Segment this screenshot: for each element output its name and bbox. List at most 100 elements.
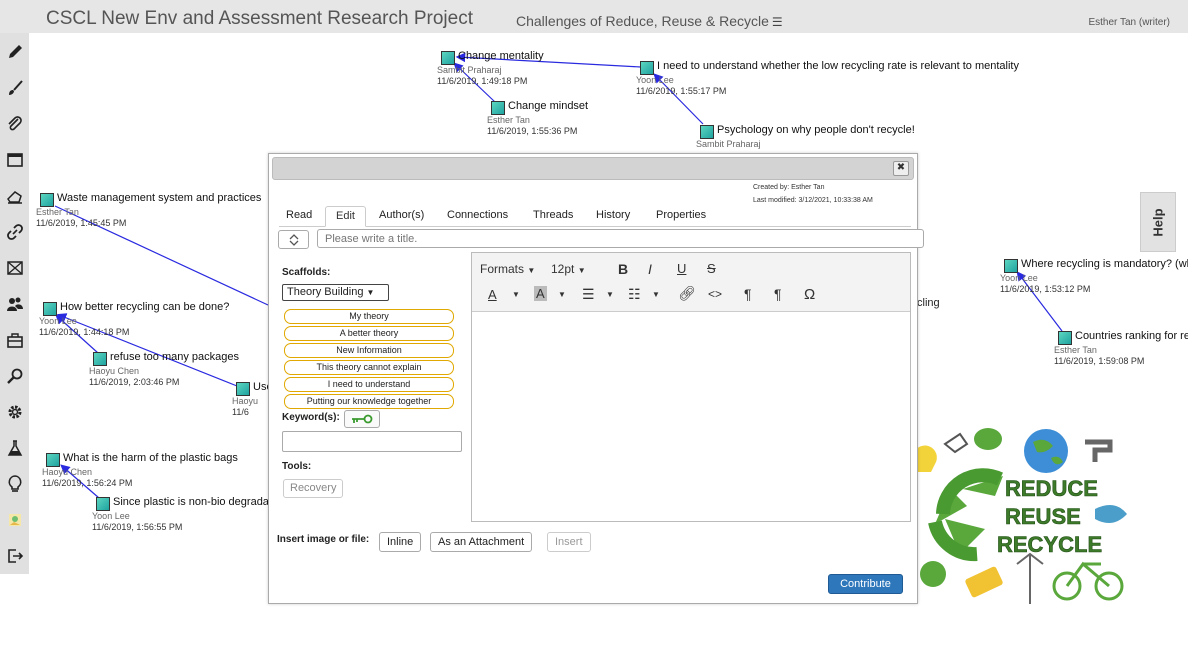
note-date: 11/6/2019, 1:59:08 PM [1054, 356, 1145, 366]
scaffold-my-theory[interactable]: My theory [284, 309, 454, 324]
plug-icon [943, 432, 969, 454]
ltr-icon[interactable]: ¶ [744, 286, 752, 302]
note-title[interactable]: Where recycling is mandatory? (wh [1021, 258, 1188, 270]
code-icon[interactable]: <> [708, 287, 722, 301]
formats-dropdown[interactable]: Formats ▼ [480, 262, 535, 276]
highlight-color-icon[interactable]: A [534, 286, 547, 301]
art-recycle: RECYCLE [997, 532, 1102, 557]
italic-button[interactable]: I [648, 261, 652, 277]
briefcase-icon[interactable] [4, 329, 25, 350]
tab-threads[interactable]: Threads [533, 209, 573, 221]
magnifier-icon[interactable] [4, 365, 25, 386]
leaf-icon [974, 428, 1002, 450]
strikethrough-button[interactable]: S [707, 261, 716, 276]
note-icon[interactable] [1004, 259, 1018, 273]
note-icon[interactable] [441, 51, 455, 65]
chevron-down-icon: ▼ [366, 288, 375, 297]
scaffold-better-theory[interactable]: A better theory [284, 326, 454, 341]
underline-button[interactable]: U [677, 261, 686, 276]
art-reuse: REUSE [1005, 504, 1081, 529]
close-icon[interactable]: ✖ [893, 161, 909, 176]
chevron-down-icon[interactable]: ▼ [606, 290, 614, 299]
tab-connections[interactable]: Connections [447, 209, 508, 221]
title-input[interactable] [317, 229, 924, 248]
tab-history[interactable]: History [596, 209, 630, 221]
font-size-dropdown[interactable]: 12pt ▼ [551, 262, 586, 276]
tab-read[interactable]: Read [286, 209, 312, 221]
pencil-icon[interactable] [4, 41, 25, 62]
dolphin-icon [1095, 505, 1127, 523]
scaffold-putting-together[interactable]: Putting our knowledge together [284, 394, 454, 409]
note-icon[interactable] [43, 302, 57, 316]
note-title[interactable]: Psychology on why people don't recycle! [717, 124, 915, 136]
chevron-down-icon[interactable]: ▼ [558, 290, 566, 299]
rtl-icon[interactable]: ¶ [774, 286, 782, 302]
special-character-icon[interactable]: Ω [804, 286, 815, 303]
note-icon[interactable] [236, 382, 250, 396]
note-title[interactable]: Since plastic is non-bio degrada [113, 496, 269, 508]
keywords-input[interactable] [282, 431, 462, 452]
note-title[interactable]: I need to understand whether the low rec… [657, 60, 1019, 72]
note-type-stepper[interactable] [278, 230, 309, 249]
note-title[interactable]: How better recycling can be done? [60, 301, 229, 313]
note-date: 11/6/2019, 1:56:24 PM [42, 478, 133, 488]
tab-edit[interactable]: Edit [325, 206, 366, 227]
note-date: 11/6/2019, 1:55:17 PM [636, 86, 727, 96]
insert-button[interactable]: Insert [547, 532, 591, 552]
help-tab[interactable]: Help [1140, 192, 1176, 252]
chevron-down-icon: ▼ [577, 266, 586, 275]
note-icon[interactable] [640, 61, 654, 75]
note-title[interactable]: Countries ranking for re [1075, 330, 1188, 342]
note-icon[interactable] [93, 352, 107, 366]
view-title[interactable]: Challenges of Reduce, Reuse & Recycle ☰ [516, 13, 783, 29]
dialog-titlebar[interactable]: ✖ [272, 157, 914, 180]
numbered-list-icon[interactable]: ☷ [628, 286, 641, 303]
note-icon[interactable] [46, 453, 60, 467]
note-date: 11/6/2019, 1:45:45 PM [36, 218, 127, 228]
chevron-down-icon[interactable]: ▼ [512, 290, 520, 299]
scaffold-select[interactable]: Theory Building ▼ [282, 284, 389, 301]
link-icon[interactable]: 🔗︎ [678, 285, 696, 302]
flask-icon[interactable] [4, 437, 25, 458]
image-icon[interactable] [4, 509, 25, 530]
link-icon[interactable] [4, 221, 25, 242]
note-icon[interactable] [1058, 331, 1072, 345]
chevron-down-icon[interactable]: ▼ [652, 290, 660, 299]
note-title[interactable]: refuse too many packages [110, 351, 239, 363]
scaffold-new-information[interactable]: New Information [284, 343, 454, 358]
note-title[interactable]: Change mindset [508, 100, 588, 112]
note-author: Esther Tan [487, 115, 530, 125]
bold-button[interactable]: B [618, 261, 628, 277]
note-title[interactable]: What is the harm of the plastic bags [63, 452, 238, 464]
hand-pointer-icon[interactable] [4, 185, 25, 206]
tab-authors[interactable]: Author(s) [379, 209, 424, 221]
paperclip-icon[interactable] [4, 113, 25, 134]
bullet-list-icon[interactable]: ☰ [582, 286, 595, 303]
gear-icon[interactable] [4, 401, 25, 422]
rich-text-editor[interactable]: Formats ▼ 12pt ▼ B I U S A ▼ A ▼ ☰ ▼ ☷ ▼ 🔗︎ … [471, 252, 911, 522]
recycle-illustration: REDUCE REUSE RECYCLE [913, 428, 1127, 604]
note-title[interactable]: Change mentality [458, 50, 544, 62]
note-icon[interactable] [491, 101, 505, 115]
note-date: 11/6/2019, 1:53:12 PM [1000, 284, 1091, 294]
window-icon[interactable] [4, 149, 25, 170]
tab-properties[interactable]: Properties [656, 209, 706, 221]
key-icon[interactable] [344, 410, 380, 428]
note-icon[interactable] [40, 193, 54, 207]
attachment-button[interactable]: As an Attachment [430, 532, 533, 552]
note-title[interactable]: Waste management system and practices [57, 192, 261, 204]
people-icon[interactable] [4, 293, 25, 314]
scaffold-cannot-explain[interactable]: This theory cannot explain [284, 360, 454, 375]
recovery-button[interactable]: Recovery [283, 479, 344, 498]
brush-icon[interactable] [4, 77, 25, 98]
lightbulb-icon[interactable] [4, 473, 25, 494]
contribute-button[interactable]: Contribute [828, 574, 903, 594]
logout-icon[interactable] [4, 545, 25, 566]
scaffold-need-to-understand[interactable]: I need to understand [284, 377, 454, 392]
note-icon[interactable] [96, 497, 110, 511]
inline-button[interactable]: Inline [379, 532, 422, 552]
text-color-icon[interactable]: A [488, 287, 497, 302]
resize-icon[interactable] [4, 257, 25, 278]
note-icon[interactable] [700, 125, 714, 139]
list-icon[interactable]: ☰ [772, 15, 783, 29]
